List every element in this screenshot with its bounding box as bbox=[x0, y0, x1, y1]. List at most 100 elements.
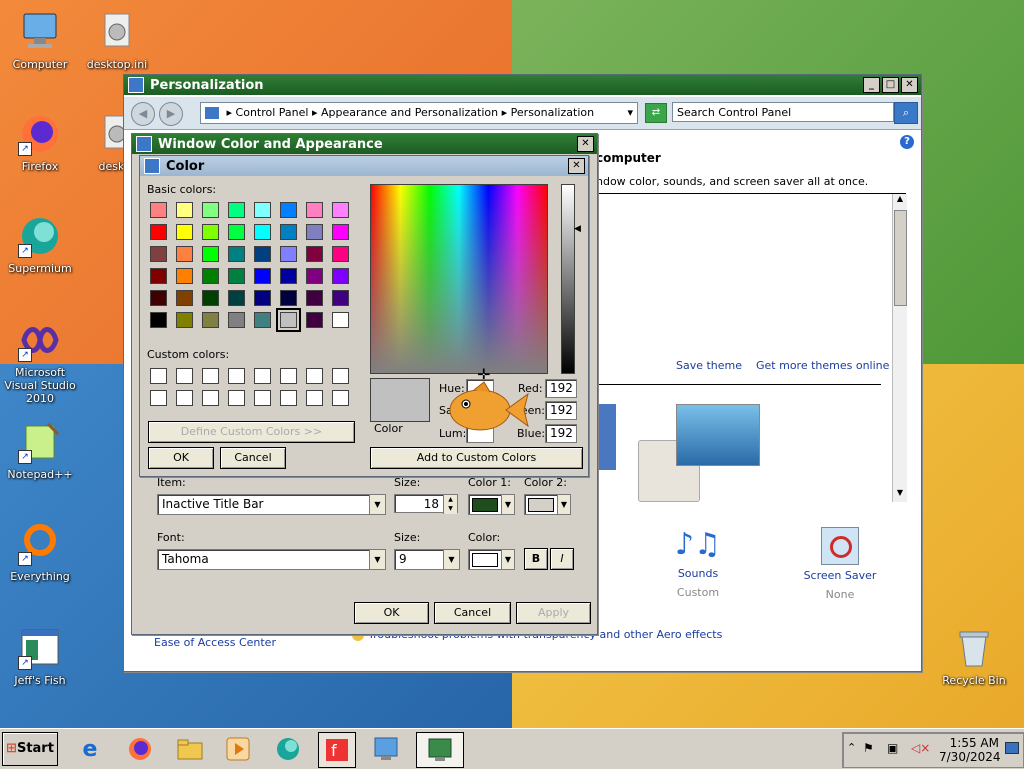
basic-color-swatch[interactable] bbox=[228, 246, 245, 262]
basic-color-swatch[interactable] bbox=[150, 224, 167, 240]
custom-color-swatch[interactable] bbox=[202, 390, 219, 406]
desktop-icon-computer[interactable]: Computer bbox=[0, 10, 80, 71]
get-more-themes-link[interactable]: Get more themes online bbox=[756, 359, 889, 372]
slider-arrow-icon[interactable]: ◀ bbox=[574, 224, 581, 234]
basic-color-swatch[interactable] bbox=[332, 268, 349, 284]
font-size-dropdown[interactable]: 9 ▼ bbox=[394, 549, 460, 570]
basic-color-swatch[interactable] bbox=[176, 224, 193, 240]
basic-color-swatch[interactable] bbox=[202, 290, 219, 306]
basic-color-swatch[interactable] bbox=[306, 246, 323, 262]
basic-color-swatch[interactable] bbox=[332, 202, 349, 218]
sounds-item[interactable]: ♪♫ Sounds Custom bbox=[664, 527, 732, 599]
add-to-custom-colors-button[interactable]: Add to Custom Colors bbox=[370, 447, 583, 469]
control-panel-icon[interactable] bbox=[368, 732, 404, 766]
minimize-button[interactable]: _ bbox=[863, 77, 880, 93]
ease-of-access-link[interactable]: Ease of Access Center bbox=[154, 636, 276, 649]
chevron-down-icon[interactable]: ▼ bbox=[369, 495, 385, 514]
chevron-down-icon[interactable]: ▼ bbox=[501, 550, 514, 569]
wca-titlebar[interactable]: Window Color and Appearance ✕ bbox=[132, 134, 597, 154]
basic-color-swatch[interactable] bbox=[176, 268, 193, 284]
luminance-slider[interactable] bbox=[561, 184, 575, 374]
color1-picker[interactable]: ▼ bbox=[468, 494, 515, 515]
forward-button[interactable]: ▶ bbox=[159, 102, 183, 126]
font-dropdown[interactable]: Tahoma ▼ bbox=[157, 549, 386, 570]
custom-color-swatch[interactable] bbox=[150, 368, 167, 384]
firefox-icon[interactable] bbox=[122, 732, 158, 766]
basic-color-swatch[interactable] bbox=[150, 312, 167, 328]
close-button[interactable]: ✕ bbox=[568, 158, 585, 174]
basic-color-swatch[interactable] bbox=[280, 246, 297, 262]
desktop-icon-notepad-plus-plus[interactable]: ↗ Notepad++ bbox=[0, 420, 80, 481]
basic-color-swatch[interactable] bbox=[306, 202, 323, 218]
search-input[interactable]: Search Control Panel bbox=[672, 102, 894, 122]
basic-color-swatch[interactable] bbox=[306, 224, 323, 240]
ok-button[interactable]: OK bbox=[148, 447, 214, 469]
basic-color-swatch[interactable] bbox=[254, 224, 271, 240]
clock[interactable]: 1:55 AM 7/30/2024 bbox=[939, 736, 1001, 764]
custom-color-swatch[interactable] bbox=[254, 390, 271, 406]
size-stepper[interactable]: 18 ▲ ▼ bbox=[394, 494, 458, 514]
basic-color-swatch[interactable] bbox=[176, 202, 193, 218]
search-icon[interactable]: ⌕ bbox=[894, 102, 918, 124]
media-player-icon[interactable] bbox=[220, 732, 256, 766]
chevron-down-icon[interactable]: ▼ bbox=[501, 495, 514, 514]
basic-color-swatch[interactable] bbox=[150, 290, 167, 306]
custom-color-swatch[interactable] bbox=[280, 368, 297, 384]
show-hidden-icons-icon[interactable]: ⌃ bbox=[847, 741, 856, 754]
custom-color-swatch[interactable] bbox=[332, 368, 349, 384]
define-custom-colors-button[interactable]: Define Custom Colors >> bbox=[148, 421, 355, 443]
scroll-up-icon[interactable]: ▲ bbox=[893, 194, 907, 208]
custom-color-swatch[interactable] bbox=[280, 390, 297, 406]
custom-color-swatch[interactable] bbox=[150, 390, 167, 406]
volume-muted-icon[interactable]: ◁× bbox=[911, 741, 930, 755]
network-icon[interactable]: ▣ bbox=[887, 741, 898, 755]
basic-color-swatch[interactable] bbox=[306, 290, 323, 306]
basic-color-swatch[interactable] bbox=[280, 202, 297, 218]
ok-button[interactable]: OK bbox=[354, 602, 429, 624]
basic-color-swatch[interactable] bbox=[306, 268, 323, 284]
desktop-icon-desktop-ini[interactable]: desktop.ini bbox=[77, 10, 157, 71]
fish-icon[interactable] bbox=[444, 380, 530, 438]
theme-thumbnail[interactable] bbox=[676, 404, 760, 466]
custom-color-swatch[interactable] bbox=[202, 368, 219, 384]
basic-color-swatch[interactable] bbox=[228, 290, 245, 306]
breadcrumb[interactable]: ▸ Control Panel ▸ Appearance and Persona… bbox=[200, 102, 638, 124]
custom-color-swatch[interactable] bbox=[306, 390, 323, 406]
personalization-titlebar[interactable]: Personalization _ □ ✕ bbox=[124, 75, 921, 95]
screen-saver-item[interactable]: Screen Saver None bbox=[800, 527, 880, 601]
red-input[interactable]: 192 bbox=[545, 379, 577, 398]
basic-color-swatch[interactable] bbox=[332, 290, 349, 306]
basic-color-swatch[interactable] bbox=[280, 268, 297, 284]
font-color-picker[interactable]: ▼ bbox=[468, 549, 515, 570]
bold-button[interactable]: B bbox=[524, 548, 548, 570]
cancel-button[interactable]: Cancel bbox=[434, 602, 511, 624]
basic-color-swatch[interactable] bbox=[254, 268, 271, 284]
taskbar-window-personalization[interactable] bbox=[416, 732, 464, 768]
show-desktop-icon[interactable] bbox=[1005, 742, 1019, 754]
basic-color-swatch[interactable] bbox=[202, 268, 219, 284]
close-button[interactable]: ✕ bbox=[577, 136, 594, 152]
basic-color-swatch[interactable] bbox=[280, 224, 297, 240]
basic-color-swatch[interactable] bbox=[202, 312, 219, 328]
start-button[interactable]: ⊞Start bbox=[2, 732, 58, 766]
custom-color-swatch[interactable] bbox=[176, 368, 193, 384]
basic-color-swatch[interactable] bbox=[332, 246, 349, 262]
chevron-down-icon[interactable]: ▼ bbox=[369, 550, 385, 569]
italic-button[interactable]: I bbox=[550, 548, 574, 570]
color-spectrum[interactable]: ✛ bbox=[370, 184, 548, 384]
desktop-icon-visual-studio[interactable]: ↗ Microsoft Visual Studio 2010 bbox=[0, 318, 80, 405]
green-input[interactable]: 192 bbox=[545, 401, 577, 420]
blue-input[interactable]: 192 bbox=[545, 424, 577, 443]
basic-color-swatch[interactable] bbox=[176, 312, 193, 328]
apply-button[interactable]: Apply bbox=[516, 602, 591, 624]
scrollbar-vertical[interactable]: ▲ ▼ bbox=[892, 194, 907, 502]
basic-color-swatch[interactable] bbox=[202, 246, 219, 262]
custom-color-swatch[interactable] bbox=[176, 390, 193, 406]
desktop-icon-recycle-bin[interactable]: Recycle Bin bbox=[934, 626, 1014, 687]
desktop-icon-jeffs-fish[interactable]: ↗ Jeff's Fish bbox=[0, 626, 80, 687]
desktop-icon-firefox[interactable]: ↗ Firefox bbox=[0, 112, 80, 173]
flag-icon[interactable]: ⚑ bbox=[863, 741, 874, 755]
internet-explorer-icon[interactable]: e bbox=[72, 732, 108, 766]
item-dropdown[interactable]: Inactive Title Bar ▼ bbox=[157, 494, 386, 515]
basic-color-swatch[interactable] bbox=[228, 202, 245, 218]
